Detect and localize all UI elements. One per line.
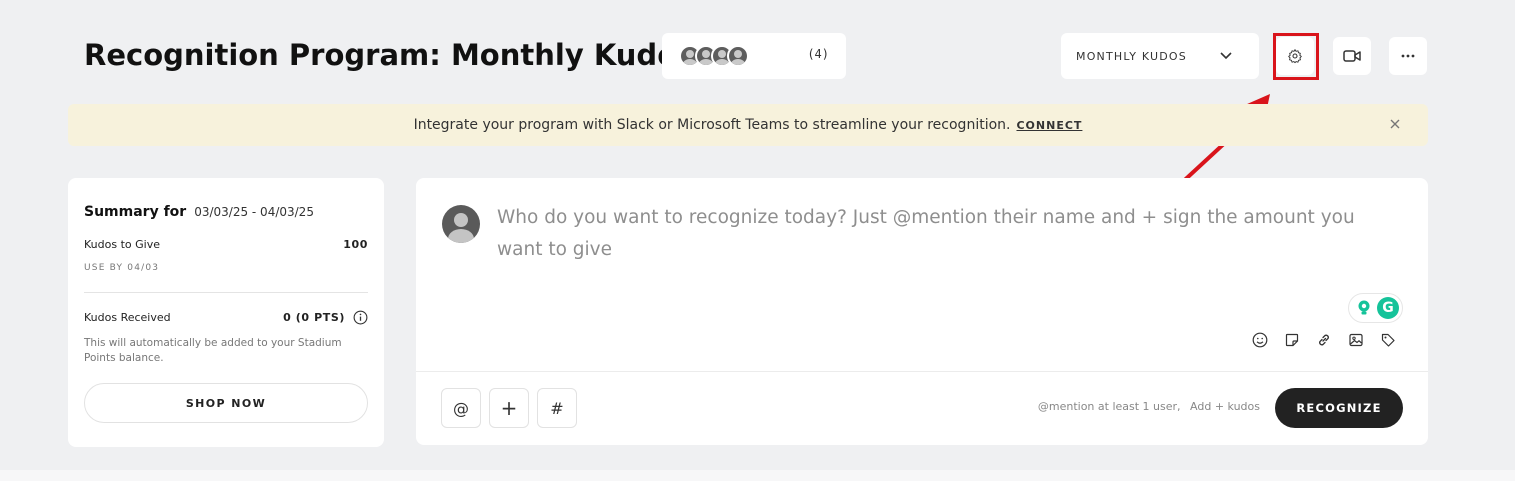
program-select-value: MONTHLY KUDOS (1076, 49, 1187, 63)
compose-toolbar (1252, 332, 1398, 350)
summary-date-range: 03/03/25 - 04/03/25 (194, 205, 314, 219)
kudos-to-give-label: Kudos to Give (84, 238, 160, 251)
close-icon[interactable] (1388, 117, 1402, 131)
program-select[interactable]: MONTHLY KUDOS (1061, 33, 1259, 79)
image-icon[interactable] (1348, 332, 1366, 350)
summary-label: Summary for (84, 204, 187, 220)
add-kudos-button[interactable]: + (489, 388, 529, 428)
member-avatars (679, 45, 749, 67)
video-camera-icon (1343, 50, 1361, 62)
shop-now-button[interactable]: SHOP NOW (84, 383, 368, 423)
info-icon[interactable] (353, 310, 368, 325)
hint-mention: @mention at least 1 user, (1037, 400, 1181, 413)
recognition-input[interactable]: Who do you want to recognize today? Just… (497, 202, 1397, 266)
connect-link[interactable]: CONNECT (1016, 119, 1082, 132)
recognize-button[interactable]: RECOGNIZE (1275, 388, 1403, 428)
sticker-icon[interactable] (1284, 332, 1302, 350)
video-button[interactable] (1333, 37, 1371, 75)
settings-highlight-box (1273, 33, 1319, 80)
grammarly-icon: G (1377, 297, 1399, 319)
tag-icon[interactable] (1380, 332, 1398, 350)
mention-button[interactable]: @ (441, 388, 481, 428)
lightbulb-icon (1358, 300, 1370, 315)
more-options-button[interactable] (1389, 37, 1427, 75)
summary-card: Summary for 03/03/25 - 04/03/25 Kudos to… (68, 178, 384, 447)
summary-header: Summary for 03/03/25 - 04/03/25 (84, 204, 314, 220)
members-pill[interactable]: (4) (662, 33, 846, 79)
page-title: Recognition Program: Monthly Kudos (84, 38, 695, 72)
kudos-received-label: Kudos Received (84, 311, 171, 324)
kudos-to-give-value: 100 (343, 238, 368, 251)
hint-kudos: Add + kudos (1190, 400, 1260, 413)
kudos-received-value: 0 (0 PTS) (283, 311, 345, 324)
banner-text: Integrate your program with Slack or Mic… (413, 117, 1011, 133)
divider (84, 292, 368, 293)
submit-hint: @mention at least 1 user, Add + kudos (1038, 400, 1260, 413)
compose-card: Who do you want to recognize today? Just… (416, 178, 1428, 445)
hashtag-button[interactable]: # (537, 388, 577, 428)
avatar (442, 205, 480, 243)
grammarly-widget[interactable]: G (1348, 293, 1403, 323)
compose-divider (416, 371, 1428, 372)
kudos-to-give-row: Kudos to Give 100 (84, 238, 368, 251)
use-by-date: USE BY 04/03 (84, 263, 160, 273)
page-bottom-strip (0, 470, 1515, 481)
integration-banner: Integrate your program with Slack or Mic… (68, 104, 1428, 146)
kudos-received-row: Kudos Received 0 (0 PTS) (84, 310, 368, 325)
member-count: (4) (807, 47, 829, 61)
chevron-down-icon (1220, 52, 1232, 60)
more-dots-icon (1401, 54, 1415, 58)
link-icon[interactable] (1316, 332, 1334, 350)
avatar (727, 45, 749, 67)
received-note: This will automatically be added to your… (84, 337, 342, 364)
emoji-icon[interactable] (1252, 332, 1270, 350)
